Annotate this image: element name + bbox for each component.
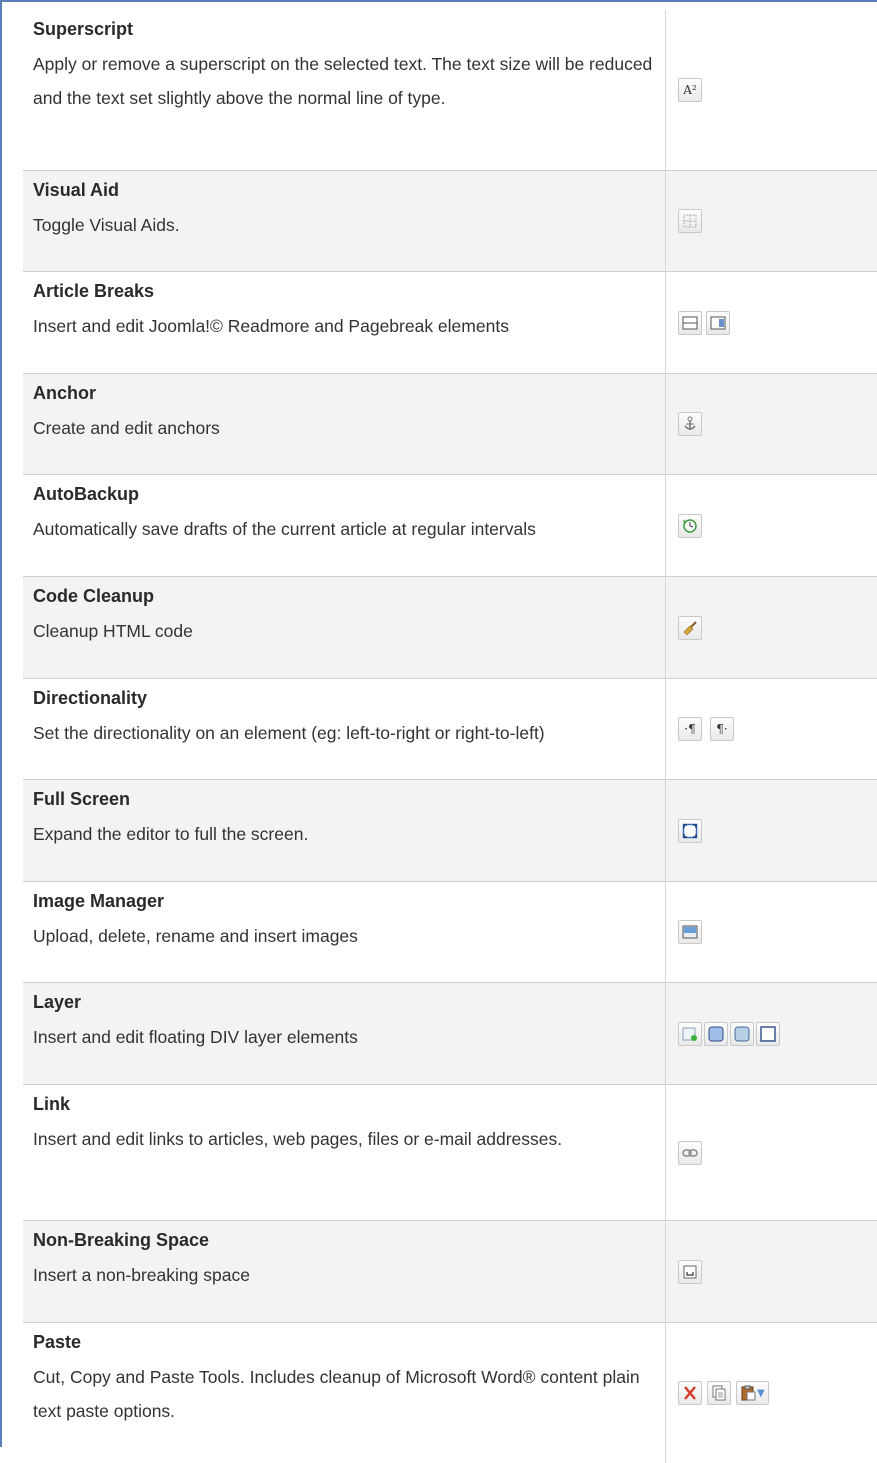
table-row: Full Screen Expand the editor to full th… [23,780,877,882]
row-description: Superscript Apply or remove a superscrip… [23,10,666,170]
row-text: Cleanup HTML code [33,621,193,641]
row-icons [666,1221,877,1322]
row-description: Non-Breaking Space Insert a non-breaking… [23,1221,666,1322]
ltr-icon[interactable]: ·¶ [678,717,702,741]
row-title: Anchor [33,383,96,403]
row-title: Superscript [33,19,134,39]
row-title: Layer [33,992,82,1012]
row-text: Create and edit anchors [33,418,220,438]
move-forward-icon[interactable] [704,1021,728,1046]
row-title: Full Screen [33,789,131,809]
row-title: Visual Aid [33,180,120,200]
table-row: Link Insert and edit links to articles, … [23,1085,877,1221]
row-description: Article Breaks Insert and edit Joomla!© … [23,272,666,373]
table-row: Superscript Apply or remove a superscrip… [23,10,877,171]
row-text: Insert and edit links to articles, web p… [33,1129,563,1149]
row-description: Anchor Create and edit anchors [23,374,666,474]
fullscreen-icon[interactable] [678,818,702,843]
row-icons: ·¶ ¶· [666,679,877,779]
row-text: Insert a non-breaking space [33,1265,250,1285]
row-text: Automatically save drafts of the current… [33,519,536,539]
copy-icon[interactable] [707,1381,731,1405]
table-row: Anchor Create and edit anchors [23,374,877,475]
insert-layer-icon[interactable] [678,1021,702,1046]
row-icons [666,374,877,474]
row-icons [666,1085,877,1220]
image-manager-icon[interactable] [678,920,702,944]
chevron-down-icon[interactable]: ▼ [757,1388,765,1399]
row-description: Image Manager Upload, delete, rename and… [23,882,666,982]
row-text: Apply or remove a superscript on the sel… [33,54,653,108]
plugin-table: Superscript Apply or remove a superscrip… [23,10,877,1463]
row-text: Cut, Copy and Paste Tools. Includes clea… [33,1367,640,1421]
table-row: Code Cleanup Cleanup HTML code [23,577,877,679]
row-text: Toggle Visual Aids. [33,215,180,235]
row-description: Paste Cut, Copy and Paste Tools. Include… [23,1323,666,1463]
row-title: Non-Breaking Space [33,1230,210,1250]
row-title: AutoBackup [33,484,140,504]
paste-icon[interactable]: ▼ [736,1381,769,1405]
table-row: Non-Breaking Space Insert a non-breaking… [23,1221,877,1323]
row-icons: A² [666,10,877,170]
row-icons [666,983,877,1084]
rtl-icon[interactable]: ¶· [710,717,734,741]
row-icons [666,780,877,881]
row-title: Link [33,1094,71,1114]
row-description: Directionality Set the directionality on… [23,679,666,779]
row-icons [666,171,877,271]
row-description: Layer Insert and edit floating DIV layer… [23,983,666,1084]
row-title: Image Manager [33,891,165,911]
row-icons [666,882,877,982]
table-row: Visual Aid Toggle Visual Aids. [23,171,877,272]
row-icons [666,272,877,373]
absolute-layer-icon[interactable] [756,1021,780,1046]
broom-icon[interactable] [678,615,702,640]
autobackup-icon[interactable] [678,513,702,538]
readmore-icon[interactable] [678,310,702,335]
row-title: Code Cleanup [33,586,155,606]
row-text: Insert and edit Joomla!© Readmore and Pa… [33,316,509,336]
superscript-icon[interactable]: A² [678,78,702,102]
table-row: Paste Cut, Copy and Paste Tools. Include… [23,1323,877,1463]
nbsp-icon[interactable] [678,1259,702,1284]
row-icons [666,577,877,678]
table-row: AutoBackup Automatically save drafts of … [23,475,877,577]
cut-icon[interactable] [678,1381,702,1405]
visual-aid-icon[interactable] [678,209,702,233]
row-icons [666,475,877,576]
row-description: Full Screen Expand the editor to full th… [23,780,666,881]
table-row: Article Breaks Insert and edit Joomla!© … [23,272,877,374]
row-description: Visual Aid Toggle Visual Aids. [23,171,666,271]
table-row: Image Manager Upload, delete, rename and… [23,882,877,983]
row-icons: ▼ [666,1323,877,1463]
row-text: Set the directionality on an element (eg… [33,723,545,743]
row-title: Paste [33,1332,82,1352]
move-backward-icon[interactable] [730,1021,754,1046]
link-icon[interactable] [678,1140,702,1165]
row-text: Upload, delete, rename and insert images [33,926,358,946]
row-text: Expand the editor to full the screen. [33,824,309,844]
row-text: Insert and edit floating DIV layer eleme… [33,1027,358,1047]
row-description: Link Insert and edit links to articles, … [23,1085,666,1220]
table-row: Directionality Set the directionality on… [23,679,877,780]
row-description: Code Cleanup Cleanup HTML code [23,577,666,678]
row-description: AutoBackup Automatically save drafts of … [23,475,666,576]
pagebreak-icon[interactable] [706,310,730,335]
anchor-icon[interactable] [678,412,702,436]
table-row: Layer Insert and edit floating DIV layer… [23,983,877,1085]
row-title: Directionality [33,688,148,708]
row-title: Article Breaks [33,281,155,301]
